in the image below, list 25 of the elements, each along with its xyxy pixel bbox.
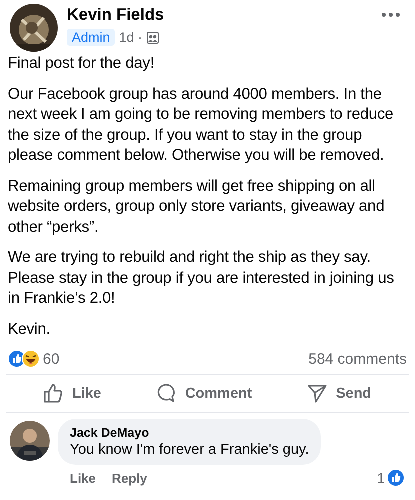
post-text: Kevin. (8, 320, 52, 340)
group-icon (146, 32, 159, 44)
send-icon (307, 383, 328, 404)
post-time: 1d · (119, 30, 143, 45)
post-text: Remaining group members will get free shipping on all website orders, group only store variants, giveaway and other “perks”. (8, 176, 386, 238)
speech-bubble-icon (156, 383, 178, 404)
post-text: We are trying to rebuild and right the ship as they say. Please stay in the group if you are interested in joining us in Frankie’s 2.0! (8, 248, 396, 309)
commenter-name[interactable]: Jack DeMayo (70, 426, 310, 440)
comment-count[interactable]: 584 comments (308, 350, 407, 368)
like-reaction-icon (387, 469, 405, 487)
more-icon (381, 12, 401, 18)
admin-badge: Admin (67, 29, 116, 46)
comment-action-link[interactable]: Like (70, 470, 96, 486)
thumbs-up-icon (43, 383, 64, 404)
comment-action-link[interactable]: Reply (112, 470, 148, 486)
post-text: Final post for the day! (8, 54, 156, 74)
like-button[interactable]: Like (37, 381, 108, 406)
comment-like-count: 1 (377, 470, 385, 486)
send-button[interactable]: Send (301, 381, 378, 406)
reaction-count[interactable]: 60 (43, 350, 60, 368)
comment-text: You know I'm forever a Frankie's guy. (70, 442, 310, 458)
author-name[interactable]: Kevin Fields (67, 5, 372, 25)
comment-button[interactable]: Comment (150, 381, 258, 406)
post-text: Our Facebook group has around 4000 members. In the next week I am going to be removing members to reduce the size of the group. If you want to stay in the group please comment below. Otherwise you will be removed. (8, 84, 395, 166)
laughing-emoji-icon (22, 350, 40, 368)
